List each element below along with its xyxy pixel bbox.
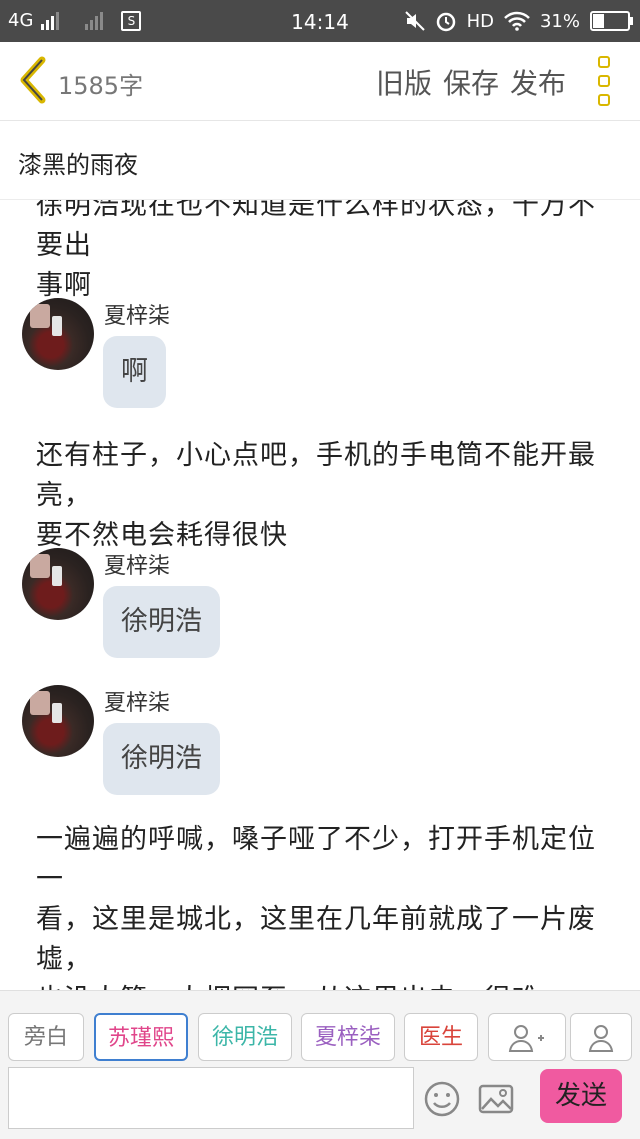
wifi-icon	[504, 11, 530, 31]
hd-label: HD	[466, 10, 494, 32]
back-chevron-icon[interactable]	[16, 56, 50, 104]
mute-icon	[404, 11, 425, 31]
narration-partial[interactable]: 徐明浩现在也不知道是什么样的状态，千万不要出 事啊	[36, 200, 596, 306]
sender-name: 夏梓柒	[104, 304, 171, 329]
message-bubble: 徐明浩	[103, 586, 220, 658]
character-chips: 旁白 苏瑾熙 徐明浩 夏梓柒 医生	[8, 1013, 632, 1063]
narration-block[interactable]: 一遍遍的呼喊，嗓子哑了不少，打开手机定位一 看，这里是城北，这里在几年前就成了一…	[36, 820, 596, 990]
status-bar: 4G S 14:14 HD 31%	[0, 0, 640, 42]
word-count: 1585字	[58, 72, 144, 100]
composer-toolbar: 旁白 苏瑾熙 徐明浩 夏梓柒 医生 发送	[0, 990, 640, 1139]
narration-line: 徐明浩现在也不知道是什么样的状态，千万不要出	[36, 200, 596, 261]
story-content[interactable]: 徐明浩现在也不知道是什么样的状态，千万不要出 事啊 夏梓柒 啊 还有柱子，小心点…	[0, 200, 640, 990]
message-input-row: 发送	[0, 1067, 640, 1137]
sender-name: 夏梓柒	[104, 554, 171, 579]
chip-label: 医生	[418, 1025, 463, 1050]
battery-icon	[590, 11, 633, 31]
chip-label: 徐明浩	[211, 1025, 278, 1050]
status-right: HD 31%	[404, 10, 633, 32]
message-input[interactable]	[8, 1067, 414, 1129]
more-menu-icon[interactable]	[598, 56, 614, 106]
character-chip-suji[interactable]: 苏瑾熙	[94, 1013, 188, 1061]
story-title-bar[interactable]: 漆黑的雨夜	[0, 121, 640, 200]
character-chip-xuminghao[interactable]: 徐明浩	[198, 1013, 292, 1061]
chip-label: 苏瑾熙	[107, 1026, 174, 1051]
dialogue-message[interactable]: 夏梓柒 徐明浩	[22, 685, 622, 805]
character-profile-button[interactable]	[570, 1013, 632, 1061]
message-bubble: 啊	[103, 336, 166, 408]
alarm-icon	[436, 12, 455, 32]
narration-block[interactable]: 还有柱子，小心点吧，手机的手电筒不能开最亮， 要不然电会耗得很快	[36, 436, 596, 556]
avatar	[22, 685, 94, 757]
character-chip-xiaziqi[interactable]: 夏梓柒	[301, 1013, 395, 1061]
narration-line: 还有柱子，小心点吧，手机的手电筒不能开最亮，	[36, 440, 596, 511]
add-character-icon	[508, 1025, 544, 1052]
narration-line: 看，这里是城北，这里在几年前就成了一片废墟，	[36, 904, 596, 975]
publish-button[interactable]: 发布	[510, 62, 566, 102]
character-chip-doctor[interactable]: 医生	[404, 1013, 478, 1061]
message-bubble: 徐明浩	[103, 723, 220, 795]
image-icon[interactable]	[476, 1079, 516, 1119]
character-profile-icon	[588, 1025, 614, 1052]
character-chip-narrator[interactable]: 旁白	[8, 1013, 84, 1061]
dialogue-message[interactable]: 夏梓柒 徐明浩	[22, 548, 622, 668]
narration-line: 也没人管，人烟罕至，从这里出去，很难	[36, 980, 596, 990]
dialogue-message[interactable]: 夏梓柒 啊	[22, 298, 622, 418]
battery-percent: 31%	[539, 10, 580, 32]
chip-label: 夏梓柒	[314, 1025, 381, 1050]
sender-name: 夏梓柒	[104, 691, 171, 716]
send-button[interactable]: 发送	[540, 1069, 622, 1123]
emoji-icon[interactable]	[422, 1079, 462, 1119]
avatar	[22, 548, 94, 620]
editor-header: 1585字 旧版 保存 发布	[0, 42, 640, 121]
narration-line: 一遍遍的呼喊，嗓子哑了不少，打开手机定位一	[36, 824, 596, 895]
old-version-button[interactable]: 旧版	[376, 62, 432, 102]
save-button[interactable]: 保存	[443, 62, 499, 102]
add-character-button[interactable]	[488, 1013, 566, 1061]
story-title: 漆黑的雨夜	[18, 151, 138, 179]
chip-label: 旁白	[23, 1025, 68, 1050]
avatar	[22, 298, 94, 370]
